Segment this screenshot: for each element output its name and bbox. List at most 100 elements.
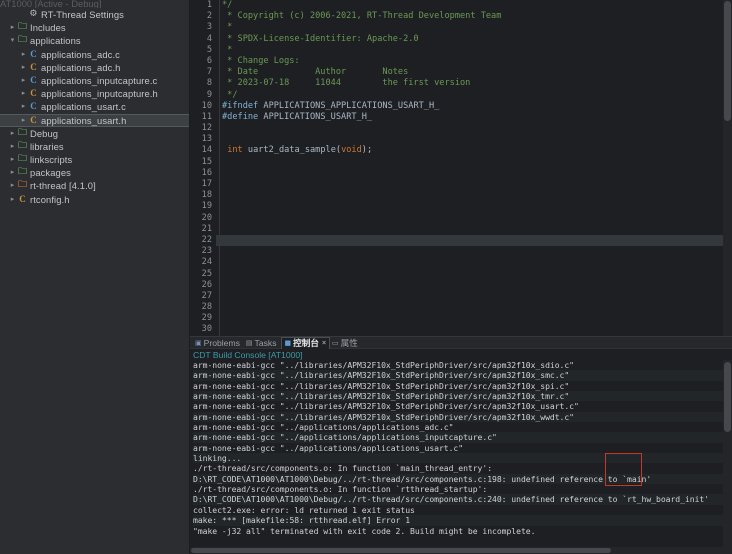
panel-tab-console[interactable]: ■ 控制台 × xyxy=(280,336,331,349)
code-line[interactable]: 2 * Copyright (c) 2006-2021, RT-Thread D… xyxy=(190,11,732,23)
tree-item-label: linkscripts xyxy=(30,154,73,166)
code-line[interactable]: 29 xyxy=(190,313,732,325)
twisty-arrow-icon[interactable]: ▸ xyxy=(19,61,28,74)
c-source-icon: C xyxy=(30,101,37,112)
tree-item-label: Debug xyxy=(30,127,59,139)
twisty-arrow-icon[interactable]: ▸ xyxy=(8,140,17,153)
code-line[interactable]: 18 xyxy=(190,190,732,202)
console-line: arm-none-eabi-gcc "../libraries/APM32F10… xyxy=(193,360,575,370)
tree-item-applications-inputcapture-c[interactable]: ▸ Capplications_inputcapture.c xyxy=(0,74,189,87)
panel-tab-label: Tasks xyxy=(254,337,277,348)
code-line[interactable]: 5 * xyxy=(190,44,732,56)
tree-item-label: packages xyxy=(30,167,71,179)
code-line[interactable]: 4 * SPDX-License-Identifier: Apache-2.0 xyxy=(190,33,732,45)
twisty-arrow-icon[interactable]: ▸ xyxy=(8,193,17,206)
code-line[interactable]: 21 xyxy=(190,223,732,235)
properties-icon: ▭ xyxy=(332,338,339,347)
tree-item-rtconfig-h[interactable]: ▸ Crtconfig.h xyxy=(0,193,189,206)
code-line[interactable]: 15 xyxy=(190,156,732,168)
folder-icon: 🗀 xyxy=(17,140,28,151)
console-horizontal-scrollbar[interactable] xyxy=(190,547,732,554)
line-number: 17 xyxy=(190,179,216,191)
code-line[interactable]: 9 */ xyxy=(190,89,732,101)
console-line: arm-none-eabi-gcc "../libraries/APM32F10… xyxy=(193,401,579,412)
code-line[interactable]: 14 int uart2_data_sample(void); xyxy=(190,145,732,157)
code-line[interactable]: 11 #define APPLICATIONS_USART_H_ xyxy=(190,111,732,124)
tree-item-includes[interactable]: ▸ 🗀 Includes xyxy=(0,21,189,34)
code-line-text: #ifndef APPLICATIONS_APPLICATIONS_USART_… xyxy=(222,100,440,111)
code-line[interactable]: 24 xyxy=(190,257,732,269)
tree-item-applications-adc-h[interactable]: ▸ Capplications_adc.h xyxy=(0,61,189,74)
code-line[interactable]: 30 xyxy=(190,324,732,336)
twisty-arrow-icon[interactable]: ▾ xyxy=(8,34,17,47)
project-explorer-panel[interactable]: AT1000 [Active - Debug] ⚙ RT-Thread Setti… xyxy=(0,0,190,554)
tree-item-debug[interactable]: ▸ 🗀 Debug xyxy=(0,127,189,140)
tree-item-applications-usart-h[interactable]: ▸ Capplications_usart.h xyxy=(0,113,189,127)
close-icon[interactable]: × xyxy=(322,340,326,347)
tree-item-label: applications_adc.h xyxy=(41,61,121,73)
code-line[interactable]: 25 xyxy=(190,268,732,280)
editor-vertical-scrollbar[interactable] xyxy=(723,0,732,336)
code-line[interactable]: 7 * Date Author Notes xyxy=(190,67,732,79)
source-code-editor[interactable]: 1 */2 * Copyright (c) 2006-2021, RT-Threa… xyxy=(190,0,732,336)
twisty-arrow-icon[interactable]: ▸ xyxy=(8,166,17,179)
line-number: 11 xyxy=(190,111,216,124)
code-line[interactable]: 3 * xyxy=(190,22,732,34)
tree-item-packages[interactable]: ▸ 🗀 packages xyxy=(0,166,189,179)
folder-icon: 🗀 xyxy=(17,127,28,138)
tree-item-applications-usart-c[interactable]: ▸ Capplications_usart.c xyxy=(0,100,189,113)
c-header-icon: C xyxy=(30,61,37,72)
twisty-arrow-icon[interactable]: ▸ xyxy=(8,127,17,140)
code-line[interactable]: 16 xyxy=(190,167,732,179)
code-line[interactable]: 19 xyxy=(190,201,732,213)
code-line[interactable]: 26 xyxy=(190,279,732,291)
twisty-arrow-icon[interactable]: ▸ xyxy=(8,179,17,192)
twisty-arrow-icon[interactable]: ▸ xyxy=(19,48,28,61)
panel-tab-bar[interactable]: ▣ Problems ▤ Tasks ■ 控制台 × ▭ 属性 xyxy=(190,336,732,349)
panel-tab-tasks[interactable]: ▤ Tasks xyxy=(244,337,281,349)
project-tree[interactable]: ⚙ RT-Thread Settings ▸ 🗀 Includes ▾ 🗀 applicati… xyxy=(0,8,189,206)
tree-item-rt-thread-4-1-0[interactable]: ▸ 🗀 rt-thread [4.1.0] xyxy=(0,179,189,192)
line-number: 28 xyxy=(190,302,216,314)
tree-item-label: Includes xyxy=(30,22,66,34)
console-hscrollbar-thumb[interactable] xyxy=(191,548,611,553)
line-number: 14 xyxy=(190,145,216,157)
panel-tab-problems[interactable]: ▣ Problems xyxy=(193,337,244,349)
console-line: linking... xyxy=(193,453,732,464)
twisty-arrow-icon[interactable]: ▸ xyxy=(8,21,17,34)
code-line[interactable]: 22 xyxy=(190,234,732,247)
code-line[interactable]: 12 xyxy=(190,123,732,135)
line-number: 9 xyxy=(190,89,216,101)
code-line[interactable]: 6 * Change Logs: xyxy=(190,55,732,68)
code-line[interactable]: 13 xyxy=(190,134,732,146)
tree-item-applications-adc-c[interactable]: ▸ Capplications_adc.c xyxy=(0,48,189,61)
rt-thread-icon: 🗀 xyxy=(17,180,28,191)
editor-scrollbar-thumb[interactable] xyxy=(724,1,731,121)
clipped-project-root-row[interactable]: AT1000 [Active - Debug] xyxy=(0,0,189,8)
twisty-arrow-icon[interactable]: ▸ xyxy=(19,87,28,100)
tree-item-applications[interactable]: ▾ 🗀 applications xyxy=(0,34,189,47)
code-lines-container[interactable]: 1 */2 * Copyright (c) 2006-2021, RT-Threa… xyxy=(190,0,732,336)
twisty-arrow-icon[interactable]: ▸ xyxy=(19,74,28,87)
code-line[interactable]: 1 */ xyxy=(190,0,732,12)
code-line[interactable]: 17 xyxy=(190,179,732,191)
twisty-arrow-icon[interactable]: ▸ xyxy=(19,100,28,113)
tree-item-linkscripts[interactable]: ▸ 🗀 linkscripts xyxy=(0,153,189,166)
code-line[interactable]: 10 #ifndef APPLICATIONS_APPLICATIONS_USAR… xyxy=(190,100,732,112)
tree-item-applications-inputcapture-h[interactable]: ▸ Capplications_inputcapture.h xyxy=(0,87,189,100)
console-scrollbar-thumb[interactable] xyxy=(724,362,731,432)
line-number: 2 xyxy=(190,11,216,23)
code-line[interactable]: 20 xyxy=(190,212,732,224)
code-line[interactable]: 28 xyxy=(190,302,732,314)
console-vertical-scrollbar[interactable] xyxy=(723,360,732,547)
tree-item-rt-thread-settings[interactable]: ⚙ RT-Thread Settings xyxy=(0,8,189,21)
console-output[interactable]: arm-none-eabi-gcc "../libraries/APM32F10… xyxy=(190,360,732,547)
code-line[interactable]: 8 * 2023-07-18 11044 the first version xyxy=(190,78,732,90)
twisty-arrow-icon[interactable]: ▸ xyxy=(19,114,28,127)
panel-tab-properties[interactable]: ▭ 属性 xyxy=(330,337,362,349)
c-header-icon: C xyxy=(30,88,37,99)
twisty-arrow-icon[interactable]: ▸ xyxy=(8,153,17,166)
code-line[interactable]: 23 xyxy=(190,246,732,258)
tree-item-libraries[interactable]: ▸ 🗀 libraries xyxy=(0,140,189,153)
code-line[interactable]: 27 xyxy=(190,290,732,303)
